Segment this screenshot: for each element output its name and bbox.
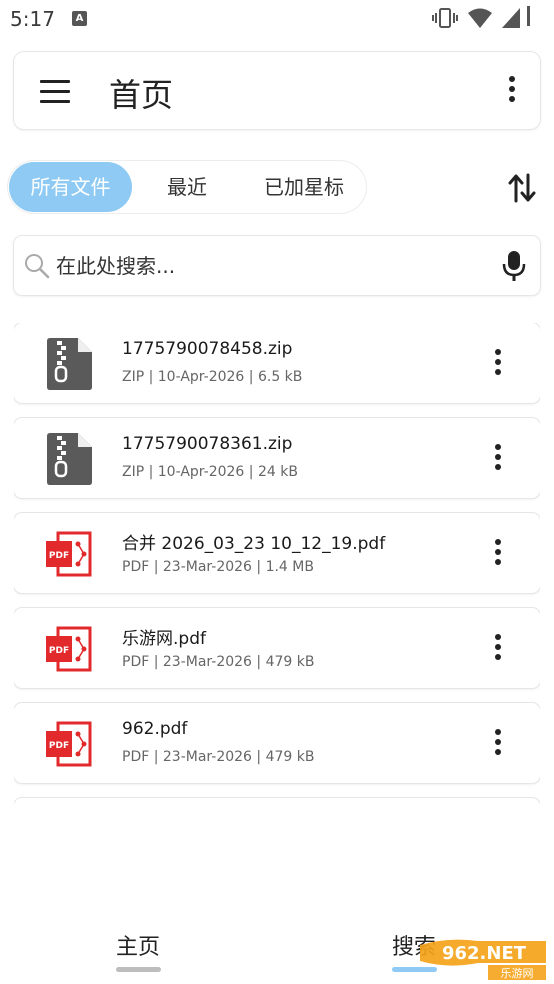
pdf-file-icon: PDF [46, 626, 92, 672]
zip-file-icon [47, 433, 92, 485]
file-meta: PDF | 23-Mar-2026 | 479 kB [122, 654, 315, 670]
file-row[interactable]: PDF 合并 2026_03_23 10_12_19.pdf PDF | 23-… [14, 513, 540, 593]
sort-icon[interactable] [508, 171, 536, 205]
tab-all-files[interactable]: 所有文件 [9, 162, 132, 212]
file-name: 1775790078361.zip [122, 434, 293, 454]
tab-recent[interactable]: 最近 [144, 162, 230, 212]
more-options-icon[interactable] [494, 729, 502, 759]
nav-home[interactable]: 主页 [116, 929, 160, 961]
svg-text:PDF: PDF [49, 646, 69, 656]
file-row[interactable]: 1775790078361.zip ZIP | 10-Apr-2026 | 24… [14, 418, 540, 498]
file-meta: ZIP | 10-Apr-2026 | 24 kB [122, 464, 298, 480]
file-name: 962.pdf [122, 719, 188, 739]
more-options-icon[interactable] [508, 76, 516, 106]
file-name: 乐游网.pdf [122, 629, 206, 649]
file-row[interactable]: PDF 乐游网.pdf PDF | 23-Mar-2026 | 479 kB [14, 608, 540, 688]
file-row[interactable]: PDF 962.pdf PDF | 23-Mar-2026 | 479 kB [14, 703, 540, 783]
svg-text:962.NET: 962.NET [442, 943, 527, 964]
svg-text:乐游网: 乐游网 [501, 967, 534, 980]
menu-icon[interactable] [40, 78, 70, 104]
notification-icon: A [72, 11, 87, 26]
search-icon [25, 254, 50, 279]
page-title: 首页 [109, 76, 174, 114]
app-bar: 首页 [14, 52, 540, 129]
zip-file-icon [47, 338, 92, 390]
more-options-icon[interactable] [494, 349, 502, 379]
wifi-icon [468, 8, 492, 28]
file-meta: ZIP | 10-Apr-2026 | 6.5 kB [122, 369, 303, 385]
nav-home-indicator [116, 967, 161, 972]
pdf-file-icon: PDF [46, 531, 92, 577]
search-bar [14, 236, 540, 295]
more-options-icon[interactable] [494, 539, 502, 569]
more-options-icon[interactable] [494, 444, 502, 474]
battery-icon [527, 6, 530, 26]
bottom-nav: 主页 搜索 962.NET 乐游网 [0, 915, 554, 984]
signal-icon [502, 8, 520, 28]
status-icons [432, 8, 520, 28]
status-bar: 5:17 A [0, 0, 554, 38]
search-input[interactable] [56, 246, 476, 286]
file-row[interactable]: 1775790078458.zip ZIP | 10-Apr-2026 | 6.… [14, 323, 540, 403]
file-list: 1775790078458.zip ZIP | 10-Apr-2026 | 6.… [14, 323, 540, 815]
svg-text:PDF: PDF [49, 741, 69, 751]
file-meta: PDF | 23-Mar-2026 | 479 kB [122, 749, 315, 765]
file-meta: PDF | 23-Mar-2026 | 1.4 MB [122, 559, 314, 575]
filter-tabs: 所有文件 最近 已加星标 [8, 161, 366, 213]
file-name: 1775790078458.zip [122, 339, 293, 359]
vibrate-icon [432, 8, 458, 28]
pdf-file-icon: PDF [46, 721, 92, 767]
more-options-icon[interactable] [494, 634, 502, 664]
tab-starred[interactable]: 已加星标 [248, 162, 360, 212]
watermark-logo: 962.NET 乐游网 [420, 939, 546, 980]
status-time: 5:17 [10, 7, 55, 31]
svg-text:PDF: PDF [49, 551, 69, 561]
file-name: 合并 2026_03_23 10_12_19.pdf [122, 534, 386, 554]
file-row-partial[interactable] [14, 798, 540, 815]
microphone-icon[interactable] [502, 250, 526, 282]
